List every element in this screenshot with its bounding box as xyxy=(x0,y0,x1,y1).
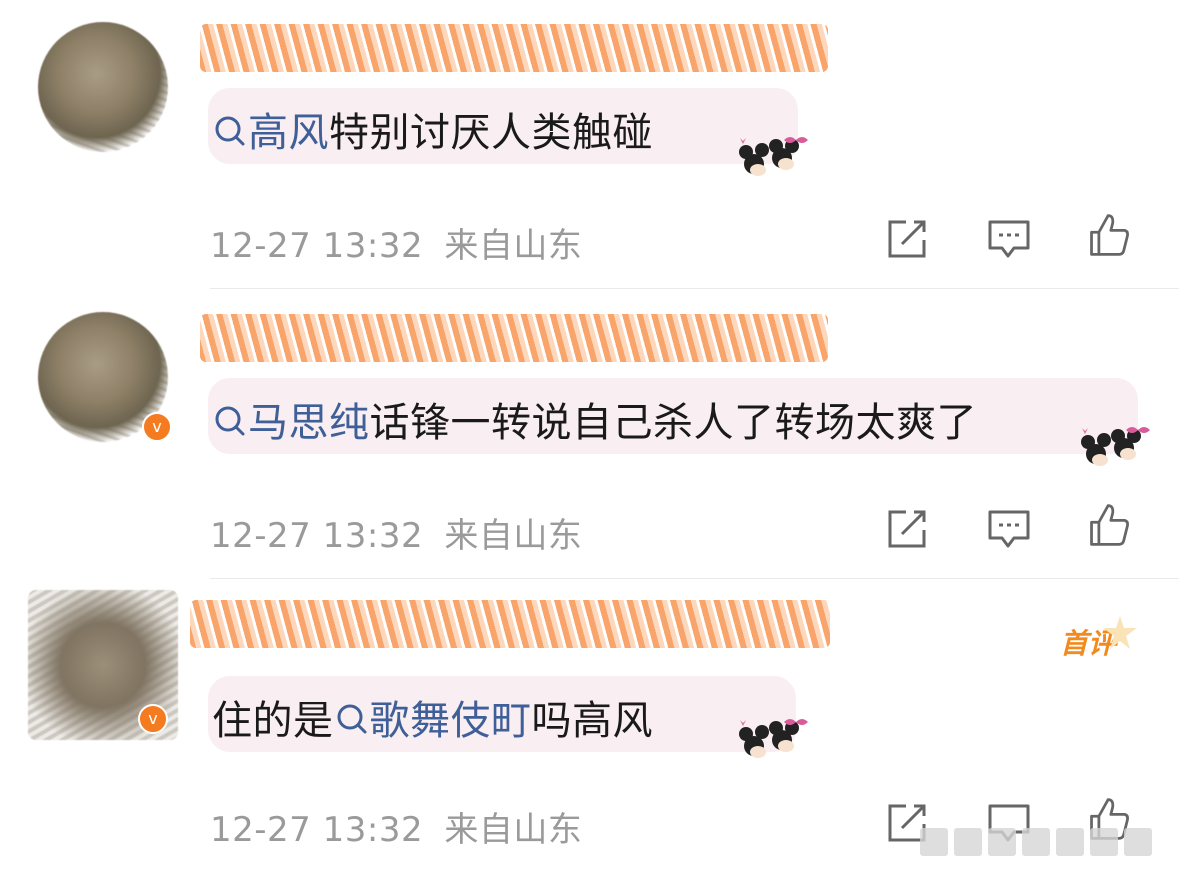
search-icon xyxy=(215,116,245,146)
comment-icon[interactable] xyxy=(986,506,1032,552)
comment-meta: 12-27 13:32 来自山东 xyxy=(210,508,582,557)
comment-item: v 首评 住的是 歌舞伎町吗高风 12-27 13:32 来自山东 xyxy=(0,580,1179,870)
comment-time: 12-27 13:32 xyxy=(210,226,424,266)
minnie-sticker-icon xyxy=(1081,427,1150,466)
search-icon xyxy=(337,704,366,734)
comment-meta: 12-27 13:32 来自山东 xyxy=(210,802,582,851)
comment-meta: 12-27 13:32 来自山东 xyxy=(210,218,582,267)
comment-text: 高风特别讨厌人类触碰 xyxy=(212,100,653,158)
username-redacted[interactable] xyxy=(200,24,828,72)
topic-link[interactable]: 马思纯 xyxy=(212,400,370,446)
comment-time: 12-27 13:32 xyxy=(210,810,424,850)
comment-text: 马思纯话锋一转说自己杀人了转场太爽了 xyxy=(212,390,977,448)
share-icon[interactable] xyxy=(884,506,930,552)
comment-icon[interactable] xyxy=(986,216,1032,262)
comment-location: 来自山东 xyxy=(444,226,583,266)
comment-location: 来自山东 xyxy=(444,810,583,850)
comment-time: 12-27 13:32 xyxy=(210,516,424,556)
minnie-sticker-icon xyxy=(739,719,808,758)
comment-text: 住的是 歌舞伎町吗高风 xyxy=(212,698,653,744)
avatar[interactable] xyxy=(38,22,168,152)
divider xyxy=(210,578,1179,579)
comment-item: v 马思纯话锋一转说自己杀人了转场太爽了 12-27 13:32 来自山东 xyxy=(0,290,1179,580)
comment-item: 高风特别讨厌人类触碰 12-27 13:32 来自山东 xyxy=(0,0,1179,290)
username-redacted[interactable] xyxy=(190,600,830,648)
search-icon xyxy=(215,406,245,436)
watermark-icon xyxy=(920,828,1170,858)
star-icon xyxy=(1103,616,1137,649)
thumbs-up-icon[interactable] xyxy=(1086,502,1132,548)
topic-link[interactable]: 歌舞伎町 xyxy=(334,698,532,744)
thumbs-up-icon[interactable] xyxy=(1086,212,1132,258)
comment-location: 来自山东 xyxy=(444,516,583,556)
verified-badge-icon: v xyxy=(142,412,172,442)
minnie-sticker-icon xyxy=(739,137,808,176)
username-redacted[interactable] xyxy=(200,314,828,362)
topic-link[interactable]: 高风 xyxy=(212,110,329,156)
divider xyxy=(210,288,1179,289)
verified-badge-icon: v xyxy=(138,704,168,734)
share-icon[interactable] xyxy=(884,216,930,262)
